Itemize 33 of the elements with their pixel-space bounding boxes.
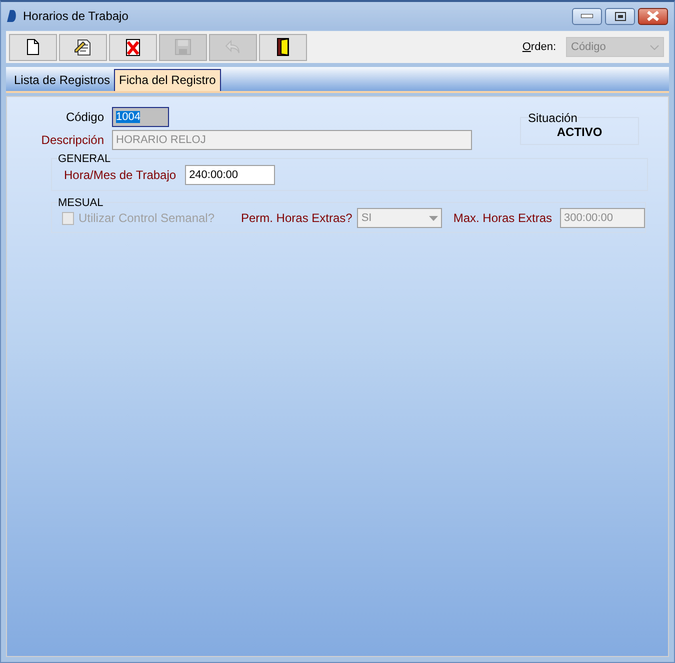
tab[interactable]: Ficha del Registro — [114, 69, 221, 91]
checkbox-label: Utilizar Control Semanal? — [78, 211, 216, 225]
field-label: Max. Horas Extras — [453, 211, 552, 225]
delete-document-icon — [126, 38, 140, 56]
chevron-down-icon — [650, 44, 659, 50]
field-label: Código — [64, 110, 104, 124]
maximize-icon — [614, 12, 626, 20]
app-icon — [7, 10, 17, 22]
status-value: ACTIVO — [556, 125, 602, 139]
tab[interactable]: Lista de Registros — [10, 70, 114, 91]
minimize-button[interactable] — [572, 8, 602, 24]
pencil-document-icon — [74, 38, 92, 56]
close-button[interactable] — [638, 8, 668, 24]
dropdown-arrow-icon — [429, 216, 438, 220]
document-icon — [27, 39, 39, 55]
field-label: Descripción — [40, 133, 104, 147]
door-icon — [277, 38, 289, 56]
field-label: Hora/Mes de Trabajo — [64, 168, 176, 182]
status-label: Situación — [528, 111, 578, 125]
field-label: Perm. Horas Extras? — [240, 211, 352, 225]
order-label: Orden: — [522, 41, 556, 53]
toolbar-button[interactable] — [109, 34, 157, 60]
group-title: GENERAL — [58, 153, 111, 165]
window-title: Horarios de Trabajo — [23, 9, 130, 23]
minimize-icon — [581, 14, 593, 18]
toolbar-button[interactable] — [59, 34, 107, 60]
toolbar-button[interactable] — [259, 34, 307, 60]
group-title: MESUAL — [58, 197, 104, 209]
close-icon — [647, 11, 659, 21]
toolbar-button[interactable] — [9, 34, 57, 60]
hours-field[interactable]: 240:00:00 — [185, 165, 276, 185]
undo-arrow-icon — [224, 39, 242, 55]
maximize-button[interactable] — [605, 8, 635, 24]
